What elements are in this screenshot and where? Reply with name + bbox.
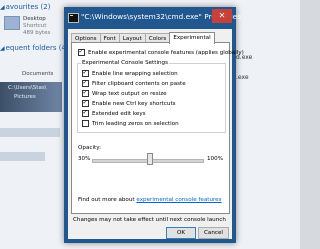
opacity-min-label: 30% xyxy=(78,156,91,162)
restart-note: Changes may not take effect until next c… xyxy=(73,217,226,223)
checkbox-box[interactable] xyxy=(82,79,89,87)
desktop-shortcut-item[interactable]: Desktop Shortcut 489 bytes xyxy=(4,16,50,37)
checkbox-box[interactable] xyxy=(82,120,89,127)
dialog-title-bar[interactable]: "C:\Windows\system32\cmd.exe" Properties… xyxy=(64,7,241,29)
checkbox-box[interactable] xyxy=(82,69,89,77)
file-item[interactable]: .exe xyxy=(236,74,249,81)
checkbox-box[interactable] xyxy=(82,99,89,107)
close-button[interactable]: ✕ xyxy=(212,9,232,23)
pictures-folder-item[interactable]: C:\Users\Stas\ Pictures xyxy=(0,82,62,112)
frequent-folders-group-header[interactable]: ◢equent folders (4) xyxy=(0,44,69,52)
cmd-properties-dialog: "C:\Windows\system32\cmd.exe" Properties… xyxy=(64,7,244,243)
desktop-icon xyxy=(4,16,20,30)
ctrl-key-shortcuts-checkbox[interactable]: Enable new Ctrl key shortcuts xyxy=(82,99,176,107)
dialog-client-area: Options Font Layout Colors Experimental … xyxy=(68,29,244,239)
experimental-features-link[interactable]: experimental console features xyxy=(136,197,221,203)
trim-leading-zeros-checkbox[interactable]: Trim leading zeros on selection xyxy=(82,120,179,127)
checkbox-box[interactable] xyxy=(82,89,89,97)
wrap-text-output-checkbox[interactable]: Wrap text output on resize xyxy=(82,89,167,97)
group-label: Experimental Console Settings xyxy=(81,60,170,66)
ok-button[interactable]: OK xyxy=(166,227,196,239)
tab-experimental[interactable]: Experimental xyxy=(169,32,215,44)
experimental-settings-group: Experimental Console Settings Enable lin… xyxy=(77,60,226,133)
folder-item[interactable] xyxy=(0,128,60,137)
extended-edit-keys-checkbox[interactable]: Extended edit keys xyxy=(82,109,146,117)
checkbox-box[interactable] xyxy=(82,109,89,117)
expand-arrow-icon: ◢ xyxy=(0,4,5,11)
filter-clipboard-checkbox[interactable]: Filter clipboard contents on paste xyxy=(82,79,186,87)
documents-item[interactable]: Documents xyxy=(22,71,53,77)
console-icon xyxy=(68,13,79,23)
line-wrapping-selection-checkbox[interactable]: Enable line wrapping selection xyxy=(82,69,178,77)
expand-arrow-icon: ◢ xyxy=(0,45,5,52)
favourites-group-header[interactable]: ◢avourites (2) xyxy=(0,3,50,11)
enable-experimental-checkbox[interactable]: Enable experimental console features (ap… xyxy=(78,48,244,56)
cancel-button[interactable]: Cancel xyxy=(198,227,229,239)
opacity-max-label: 100% xyxy=(207,156,223,162)
opacity-slider-thumb[interactable] xyxy=(147,153,154,165)
folder-item[interactable] xyxy=(0,152,45,161)
opacity-label: Opacity: xyxy=(78,145,101,151)
experimental-tab-page: Enable experimental console features (ap… xyxy=(71,42,244,214)
checkbox-box[interactable] xyxy=(78,48,85,56)
find-more-text: Find out more about experimental console… xyxy=(78,197,222,203)
